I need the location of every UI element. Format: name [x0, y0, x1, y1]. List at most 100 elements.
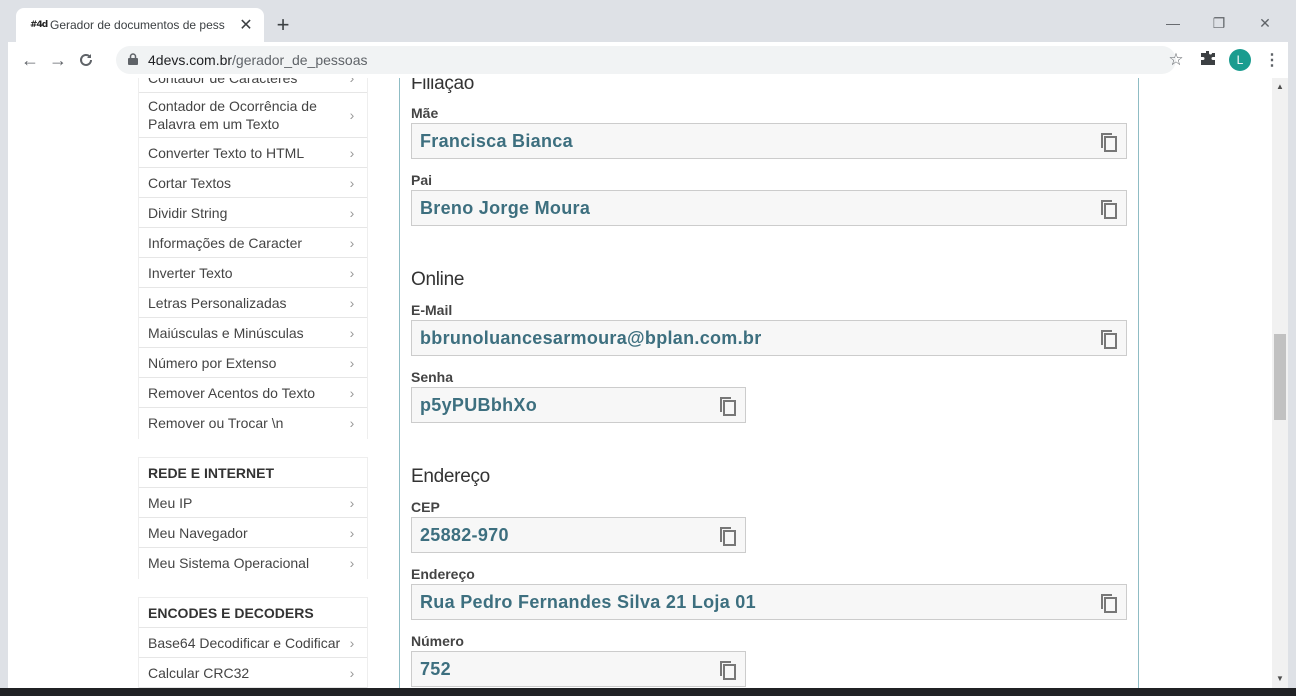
new-tab-icon[interactable]: + [270, 12, 296, 38]
sidebar-item-remover-acentos[interactable]: Remover Acentos do Texto › [139, 378, 367, 408]
sidebar-item-base64[interactable]: Base64 Decodificar e Codificar › [139, 628, 367, 658]
cep-field[interactable]: 25882-970 [411, 517, 746, 553]
menu-kebab-icon[interactable]: ⋮ [1256, 50, 1288, 70]
sidebar-item-label: Remover ou Trocar \n [148, 415, 284, 431]
endereco-field[interactable]: Rua Pedro Fernandes Silva 21 Loja 01 [411, 584, 1127, 620]
sidebar-heading-rede: REDE E INTERNET [139, 458, 367, 488]
encodes-list: ENCODES E DECODERS Base64 Decodificar e … [139, 598, 367, 688]
copy-icon[interactable] [1090, 585, 1126, 619]
endereco-value: Rua Pedro Fernandes Silva 21 Loja 01 [420, 591, 756, 612]
browser-chrome: #4d Gerador de documentos de pess ✕ + — … [8, 8, 1288, 78]
scroll-down-icon[interactable]: ▼ [1272, 674, 1288, 683]
sidebar-item-remover-trocar[interactable]: Remover ou Trocar \n › [139, 408, 367, 438]
profile-avatar[interactable]: L [1229, 49, 1251, 71]
chevron-right-icon: › [349, 174, 355, 191]
copy-icon[interactable] [1090, 321, 1126, 355]
pai-label: Pai [411, 172, 433, 188]
tab-close-icon[interactable]: ✕ [238, 15, 254, 35]
online-title: Online [411, 269, 465, 290]
copy-icon[interactable] [709, 652, 745, 686]
copy-icon[interactable] [1090, 191, 1126, 225]
copy-icon[interactable] [709, 388, 745, 422]
sidebar-item-contador-caracteres[interactable]: Contador de Caracteres› [139, 78, 367, 93]
mae-field[interactable]: Francisca Bianca [411, 123, 1127, 159]
back-icon[interactable]: ← [16, 46, 44, 74]
sidebar-item-label: Base64 Decodificar e Codificar [148, 634, 341, 651]
filiacao-title: Filiação [411, 78, 475, 94]
mae-label: Mãe [411, 105, 439, 121]
pai-field[interactable]: Breno Jorge Moura [411, 190, 1127, 226]
scroll-up-icon[interactable]: ▲ [1272, 82, 1288, 91]
mae-value: Francisca Bianca [420, 130, 573, 151]
sidebar-spacer [139, 578, 367, 598]
toolbar-right-icons: ☆ L ⋮ [1160, 42, 1288, 78]
sidebar-item-numero-extenso[interactable]: Número por Extenso › [139, 348, 367, 378]
sidebar-item-label: Contador de Caracteres [148, 78, 345, 87]
numero-label: Número [411, 633, 464, 649]
sidebar-item-cortar-textos[interactable]: Cortar Textos › [139, 168, 367, 198]
extensions-icon[interactable] [1192, 50, 1224, 71]
lock-icon[interactable] [128, 52, 138, 68]
bookmark-star-icon[interactable]: ☆ [1160, 50, 1192, 70]
sidebar-item-label: Meu Sistema Operacional [148, 555, 310, 571]
chevron-right-icon: › [345, 78, 359, 86]
numero-field[interactable]: 752 [411, 651, 746, 687]
copy-icon[interactable] [1090, 124, 1126, 158]
sidebar-item-label: Contador de Ocorrência de Palavra em um … [148, 98, 317, 132]
copy-icon[interactable] [709, 518, 745, 552]
sidebar-item-label: Remover Acentos do Texto [148, 384, 316, 401]
senha-value: p5yPUBbhXo [420, 394, 538, 415]
sidebar-item-label: Calcular CRC32 [148, 664, 250, 681]
minimize-icon[interactable]: — [1150, 8, 1196, 38]
sidebar-item-label: Maiúsculas e Minúsculas [148, 324, 304, 341]
chevron-right-icon: › [349, 384, 355, 401]
restore-icon[interactable]: ❐ [1196, 8, 1242, 38]
chevron-right-icon: › [349, 524, 355, 541]
sidebar: Contador de Caracteres› Contador de Ocor… [139, 78, 367, 688]
endereco-title: Endereço [411, 466, 490, 487]
sidebar-item-label: Meu Navegador [148, 524, 248, 541]
sidebar-item-contador-ocorrencia[interactable]: Contador de Ocorrência de Palavra em um … [139, 93, 367, 138]
chevron-right-icon: › [349, 415, 355, 431]
sidebar-item-informacoes-caracter[interactable]: Informações de Caracter › [139, 228, 367, 258]
rede-internet-list: REDE E INTERNET Meu IP › Meu Navegador › M… [139, 458, 367, 578]
cep-value: 25882-970 [420, 524, 509, 545]
sidebar-item-label: Dividir String [148, 204, 228, 221]
chevron-right-icon: › [349, 204, 355, 221]
sidebar-item-letras-personalizadas[interactable]: Letras Personalizadas › [139, 288, 367, 318]
address-bar[interactable]: 4devs.com.br/gerador_de_pessoas [116, 46, 1176, 74]
senha-label: Senha [411, 369, 454, 385]
sidebar-item-dividir-string[interactable]: Dividir String › [139, 198, 367, 228]
sidebar-item-inverter-texto[interactable]: Inverter Texto › [139, 258, 367, 288]
sidebar-item-maiusculas-minusculas[interactable]: Maiúsculas e Minúsculas › [139, 318, 367, 348]
browser-tab[interactable]: #4d Gerador de documentos de pess ✕ [16, 8, 264, 42]
chevron-right-icon: › [349, 664, 355, 681]
chevron-right-icon: › [349, 264, 355, 281]
sidebar-item-meu-ip[interactable]: Meu IP › [139, 488, 367, 518]
text-tools-list: Contador de Caracteres› Contador de Ocor… [139, 78, 367, 438]
sidebar-item-label: Meu IP [148, 494, 193, 511]
url-path: /gerador_de_pessoas [232, 52, 368, 68]
sidebar-spacer [139, 438, 367, 458]
sidebar-item-label: Cortar Textos [148, 174, 231, 191]
endereco-label: Endereço [411, 566, 475, 582]
close-window-icon[interactable]: ✕ [1242, 8, 1288, 38]
site-favicon-icon: #4d [30, 20, 48, 30]
person-data-panel: Filiação Mãe Francisca Bianca Pai Breno … [399, 78, 1139, 688]
vertical-scrollbar[interactable]: ▲ ▼ [1272, 78, 1288, 688]
chevron-right-icon: › [349, 555, 355, 571]
sidebar-item-meu-navegador[interactable]: Meu Navegador › [139, 518, 367, 548]
sidebar-item-label: Letras Personalizadas [148, 294, 287, 311]
sidebar-item-crc32[interactable]: Calcular CRC32 › [139, 658, 367, 688]
numero-value: 752 [420, 658, 451, 679]
sidebar-item-converter-html[interactable]: Converter Texto to HTML › [139, 138, 367, 168]
senha-field[interactable]: p5yPUBbhXo [411, 387, 746, 423]
taskbar-strip [0, 688, 1296, 696]
sidebar-item-meu-sistema[interactable]: Meu Sistema Operacional › [139, 548, 367, 578]
url-domain: 4devs.com.br [148, 52, 233, 68]
reload-icon[interactable] [72, 46, 100, 74]
email-field[interactable]: bbrunoluancesarmoura@bplan.com.br [411, 320, 1127, 356]
forward-icon[interactable]: → [44, 46, 72, 74]
scrollbar-thumb[interactable] [1274, 334, 1286, 420]
sidebar-item-label: Converter Texto to HTML [148, 144, 305, 161]
